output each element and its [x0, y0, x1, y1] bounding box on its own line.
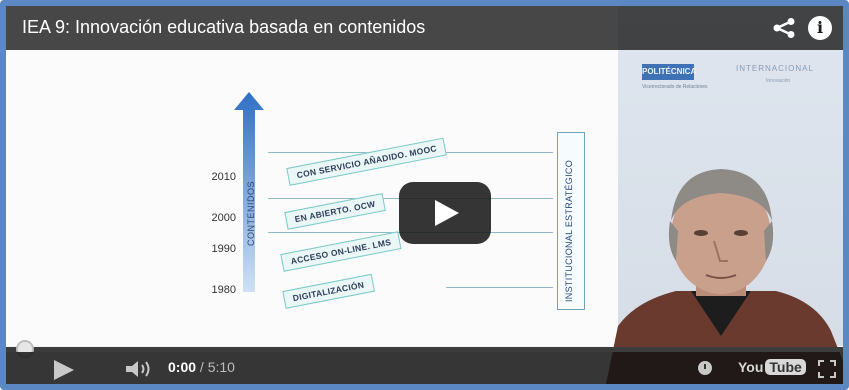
video-title[interactable]: IEA 9: Innovación educativa basada en co… — [22, 17, 425, 38]
guide-line — [446, 287, 553, 288]
timeline-banner: ACCESO ON-LINE. LMS — [280, 231, 402, 272]
youtube-logo[interactable]: You Tube — [738, 358, 806, 378]
time-separator: / — [196, 359, 208, 375]
year-label: 2010 — [211, 171, 236, 183]
axis-label: CONTENIDOS — [246, 180, 256, 246]
fullscreen-icon[interactable] — [818, 360, 836, 378]
year-label: 2000 — [211, 212, 236, 224]
current-time: 0:00 — [168, 359, 197, 375]
international-logo: INTERNACIONAL — [736, 64, 814, 73]
year-label: 1980 — [211, 284, 236, 296]
international-logo-subtitle: Innovación — [766, 78, 791, 84]
volume-icon[interactable] — [124, 358, 156, 380]
info-icon[interactable]: i — [808, 16, 832, 40]
university-logo-subtitle: Vicerrectorado de Relaciones — [642, 84, 708, 90]
time-display: 0:00 / 5:10 — [168, 359, 235, 375]
timeline-banner: DIGITALIZACIÓN — [282, 273, 375, 309]
play-button[interactable] — [399, 182, 491, 244]
control-bar: 0:00 / 5:10 You Tube — [6, 352, 843, 384]
title-bar: IEA 9: Innovación educativa basada en co… — [6, 6, 843, 50]
duration: 5:10 — [207, 359, 235, 375]
youtube-logo-tube: Tube — [765, 359, 806, 376]
video-player[interactable]: 2010 2000 1990 1980 CONTENIDOS CON SERVI… — [0, 0, 849, 390]
video-surface[interactable]: 2010 2000 1990 1980 CONTENIDOS CON SERVI… — [6, 6, 843, 384]
year-label: 1990 — [211, 243, 236, 255]
share-icon[interactable] — [773, 18, 795, 38]
timeline-banner: CON SERVICIO AÑADIDO. MOOC — [286, 137, 448, 186]
institutional-label: INSTITUCIONAL ESTRATÉGICO — [564, 159, 574, 302]
university-logo: POLITÉCNICA — [642, 64, 696, 80]
watch-later-icon[interactable] — [698, 361, 712, 375]
play-control-icon[interactable] — [54, 360, 74, 380]
lecture-slide: 2010 2000 1990 1980 CONTENIDOS CON SERVI… — [6, 6, 618, 346]
youtube-logo-you: You — [738, 359, 764, 376]
